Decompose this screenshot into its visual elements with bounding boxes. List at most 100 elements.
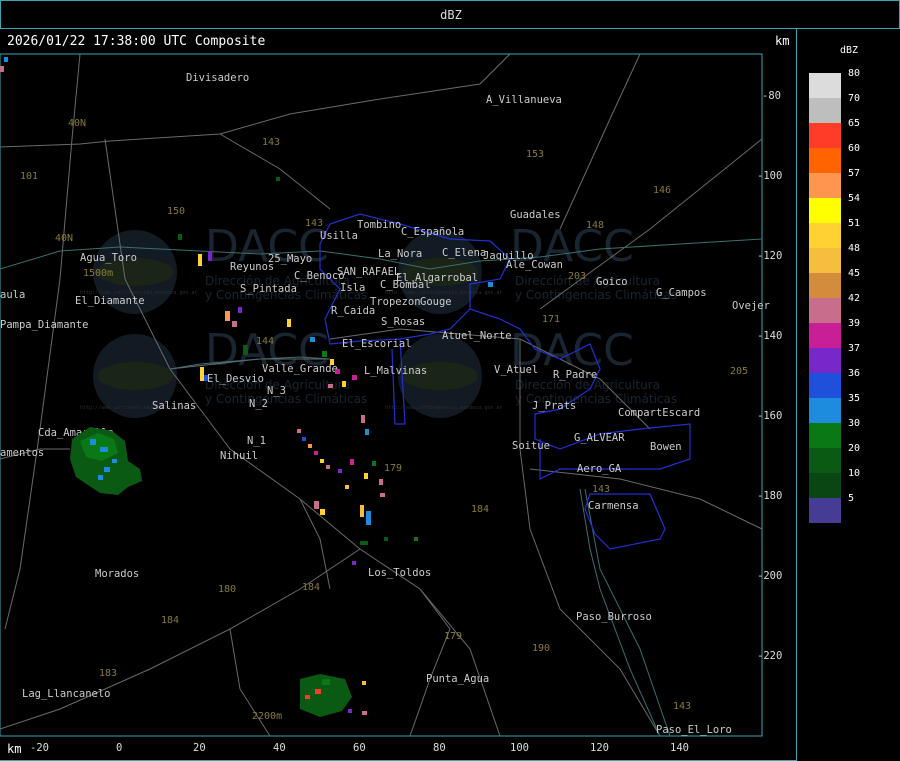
place-label: Atuel_Norte — [442, 330, 512, 342]
x-tick-label: 80 — [433, 742, 446, 754]
elevation-label: 1500m — [83, 268, 113, 279]
legend-label: 36 — [848, 368, 861, 379]
legend-label: 35 — [848, 393, 861, 404]
place-label: N_3 — [267, 385, 286, 397]
echo-pixel — [360, 541, 368, 545]
echo-pixel — [0, 66, 4, 72]
echo-pixel — [276, 177, 280, 181]
echo-pixel — [4, 57, 8, 62]
road-label: 203 — [568, 271, 586, 282]
radar-map[interactable]: DACC DACC DACC DACC Dirección de Agricul… — [0, 29, 797, 761]
window-title: dBZ — [440, 8, 462, 22]
place-label: Tombino — [357, 219, 401, 231]
echo-pixel — [488, 282, 493, 287]
wm-line2-3: y Contingencias Climáticas — [205, 392, 367, 406]
echo-pixel — [361, 415, 365, 423]
echo-pixel — [328, 384, 333, 388]
place-label: 25_Mayo — [268, 253, 312, 265]
place-label: Valle_Grande — [262, 363, 338, 375]
place-label: R_Padre — [553, 369, 597, 381]
road-label: 40N — [68, 118, 86, 129]
legend-label: 20 — [848, 443, 861, 454]
place-label: S_Pintada — [240, 283, 297, 295]
echo-pixel — [338, 469, 342, 473]
echo-pixel — [315, 689, 321, 694]
road-label: 148 — [586, 220, 604, 231]
x-tick-label: 0 — [116, 742, 122, 754]
road-labels: 101 40N 40N 143 153 146 150 143 148 203 … — [20, 118, 748, 722]
place-label: V_Atuel — [494, 364, 538, 376]
legend-swatch — [809, 123, 841, 148]
legend-swatch — [809, 473, 841, 498]
echo-pixel — [238, 307, 242, 313]
legend-label: 48 — [848, 243, 861, 254]
road-label: 143 — [305, 218, 323, 229]
y-tick-label: -80 — [762, 90, 781, 102]
y-tick-label: -140 — [757, 330, 782, 342]
echo-pixel — [322, 351, 327, 357]
echo-pixel — [198, 254, 202, 266]
road-label: 171 — [542, 314, 560, 325]
echo-pixel — [335, 369, 340, 374]
legend-label: 60 — [848, 143, 861, 154]
echo-pixel — [414, 537, 418, 541]
place-label: S_Rosas — [381, 316, 425, 328]
echo-pixel — [365, 429, 369, 435]
timestamp-label: 2026/01/22 17:38:00 UTC Composite — [7, 34, 266, 49]
echo-pixel — [352, 561, 356, 565]
legend-swatch — [809, 73, 841, 98]
place-label: J_Prats — [532, 400, 576, 412]
legend-title: dBZ — [840, 45, 859, 56]
road-label: 190 — [532, 643, 550, 654]
place-label: Soitue — [512, 440, 550, 452]
road-label: 146 — [653, 185, 671, 196]
unit-label-bottom: km — [7, 742, 22, 756]
echo-pixel — [204, 375, 208, 381]
road-label: 180 — [218, 584, 236, 595]
legend-swatch — [809, 98, 841, 123]
place-label: C_Elena — [442, 247, 486, 259]
echo-pixel — [200, 367, 204, 381]
legend-label: 42 — [848, 293, 861, 304]
place-label: Gouge — [420, 296, 452, 308]
x-tick-label: 100 — [510, 742, 529, 754]
place-label: C_Bombal — [380, 279, 431, 291]
x-tick-label: 120 — [590, 742, 609, 754]
echo-pixel — [366, 511, 371, 525]
echo-pixel — [320, 509, 325, 515]
legend-label: 45 — [848, 268, 861, 279]
legend-swatch — [809, 248, 841, 273]
legend-label: 51 — [848, 218, 861, 229]
legend-label: 39 — [848, 318, 861, 329]
wm-line2-2: y Contingencias Climáticas — [515, 288, 677, 302]
legend-swatch — [809, 323, 841, 348]
echo-pixel — [310, 337, 315, 342]
echo-pixel — [362, 681, 366, 685]
place-label: Paso_Burroso — [576, 611, 652, 623]
place-label: Los_Toldos — [368, 567, 431, 579]
echo-pixel — [297, 429, 301, 433]
legend-label: 10 — [848, 468, 861, 479]
legend-swatch — [809, 173, 841, 198]
place-label: A_Villanueva — [486, 94, 562, 106]
place-label: R_Caida — [331, 305, 375, 317]
place-label: Bowen — [650, 441, 682, 453]
echo-pixel — [314, 501, 319, 509]
legend-label: 30 — [848, 418, 861, 429]
x-tick-label: 20 — [193, 742, 206, 754]
echo-pixel — [112, 459, 117, 463]
y-axis: -80 -100 -120 -140 -160 -180 -200 -220 — [757, 90, 782, 662]
echo-pixel — [342, 381, 346, 387]
legend-swatch — [809, 498, 841, 523]
place-label: aula — [0, 289, 25, 301]
road-label: 101 — [20, 171, 38, 182]
echo-pixel — [320, 459, 324, 463]
y-tick-label: -180 — [757, 490, 782, 502]
place-label: Paso_El_Loro — [656, 724, 732, 736]
legend-swatch — [809, 273, 841, 298]
legend-swatch — [809, 223, 841, 248]
place-label: Ovejer — [732, 300, 770, 312]
echo-pixel — [100, 447, 108, 452]
echo-pixel — [326, 465, 330, 469]
place-label: Agua_Toro — [80, 252, 137, 264]
